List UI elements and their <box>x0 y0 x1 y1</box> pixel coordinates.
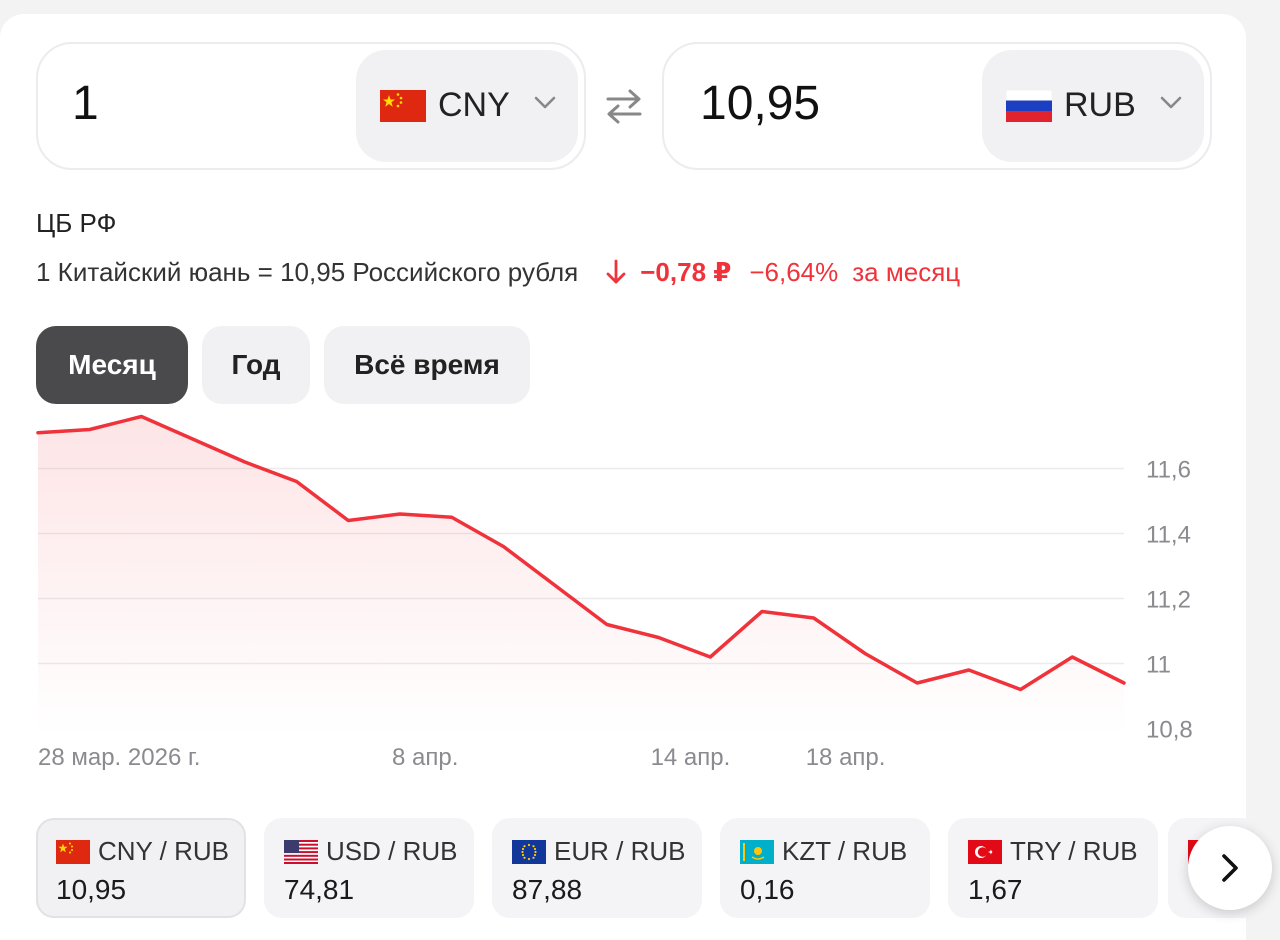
chevron-down-icon <box>1160 96 1182 109</box>
y-tick-label: 11,4 <box>1146 522 1191 549</box>
to-currency-select[interactable]: RUB <box>982 50 1204 162</box>
currency-pairs-list: CNY / RUB 10,95 USD / RUB 74,81 EUR / RU… <box>36 818 1246 922</box>
rate-chart[interactable]: 11,6 11,4 11,2 11 10,8 28 мар. 2026 г. 8 апр.… <box>0 410 1246 780</box>
pair-name: KZT / RUB <box>782 836 908 866</box>
pair-card-usd-rub[interactable]: USD / RUB 74,81 <box>264 818 474 918</box>
pair-name: CNY / RUB <box>98 836 229 866</box>
pair-value: 10,95 <box>56 874 127 905</box>
chevron-right-icon <box>1222 854 1238 882</box>
rate-text: 1 Китайский юань = 10,95 Российского руб… <box>36 257 579 287</box>
pair-card-try-rub[interactable]: TRY / RUB 1,67 <box>948 818 1158 918</box>
tab-all-time[interactable]: Всё время <box>324 326 530 404</box>
rate-summary: 1 Китайский юань = 10,95 Российского руб… <box>36 254 960 290</box>
next-pairs-button[interactable] <box>1188 826 1272 910</box>
area-fill <box>38 416 1124 735</box>
usa-flag-icon <box>284 840 318 864</box>
turkey-flag-icon <box>968 840 1002 864</box>
from-currency-select[interactable]: CNY <box>356 50 578 162</box>
russia-flag-icon <box>1006 90 1052 122</box>
y-tick-label: 11,6 <box>1146 457 1191 484</box>
arrow-down-icon <box>606 259 626 284</box>
tab-month[interactable]: Месяц <box>36 326 188 404</box>
pair-name: USD / RUB <box>326 836 458 866</box>
x-tick-label: 28 мар. 2026 г. <box>38 744 200 771</box>
pair-value: 1,67 <box>968 874 1023 905</box>
x-tick-label: 14 апр. <box>651 744 731 771</box>
china-flag-icon <box>56 840 90 864</box>
swap-arrows-icon[interactable] <box>604 88 644 124</box>
change-percent: −6,64% <box>749 257 839 287</box>
pair-card-cny-rub[interactable]: CNY / RUB 10,95 <box>36 818 246 918</box>
eu-flag-icon <box>512 840 546 864</box>
x-tick-label: 18 апр. <box>806 744 886 771</box>
tab-year[interactable]: Год <box>202 326 310 404</box>
kazakhstan-flag-icon <box>740 840 774 864</box>
change-period: за месяц <box>852 257 961 287</box>
pair-card-kzt-rub[interactable]: KZT / RUB 0,16 <box>720 818 930 918</box>
period-tabs: Месяц Год Всё время <box>36 326 530 404</box>
pair-name: TRY / RUB <box>1010 836 1138 866</box>
from-currency-code: CNY <box>438 86 510 124</box>
pair-name: EUR / RUB <box>554 836 686 866</box>
rate-source: ЦБ РФ <box>36 208 117 238</box>
to-currency-code: RUB <box>1064 86 1136 124</box>
pair-value: 0,16 <box>740 874 795 905</box>
pair-card-eur-rub[interactable]: EUR / RUB 87,88 <box>492 818 702 918</box>
from-amount-input[interactable]: 1 <box>72 74 99 134</box>
y-tick-label: 11,2 <box>1146 587 1191 614</box>
china-flag-icon <box>380 90 426 122</box>
chevron-down-icon <box>534 96 556 109</box>
pair-value: 74,81 <box>284 874 355 905</box>
from-amount-box[interactable]: 1 CNY <box>36 42 586 170</box>
y-tick-label: 10,8 <box>1146 717 1193 744</box>
pair-value: 87,88 <box>512 874 583 905</box>
x-tick-label: 8 апр. <box>392 744 458 771</box>
change-absolute: −0,78 ₽ <box>640 257 732 287</box>
y-tick-label: 11 <box>1146 652 1171 679</box>
to-amount-input[interactable]: 10,95 <box>700 74 820 134</box>
to-amount-box[interactable]: 10,95 RUB <box>662 42 1212 170</box>
